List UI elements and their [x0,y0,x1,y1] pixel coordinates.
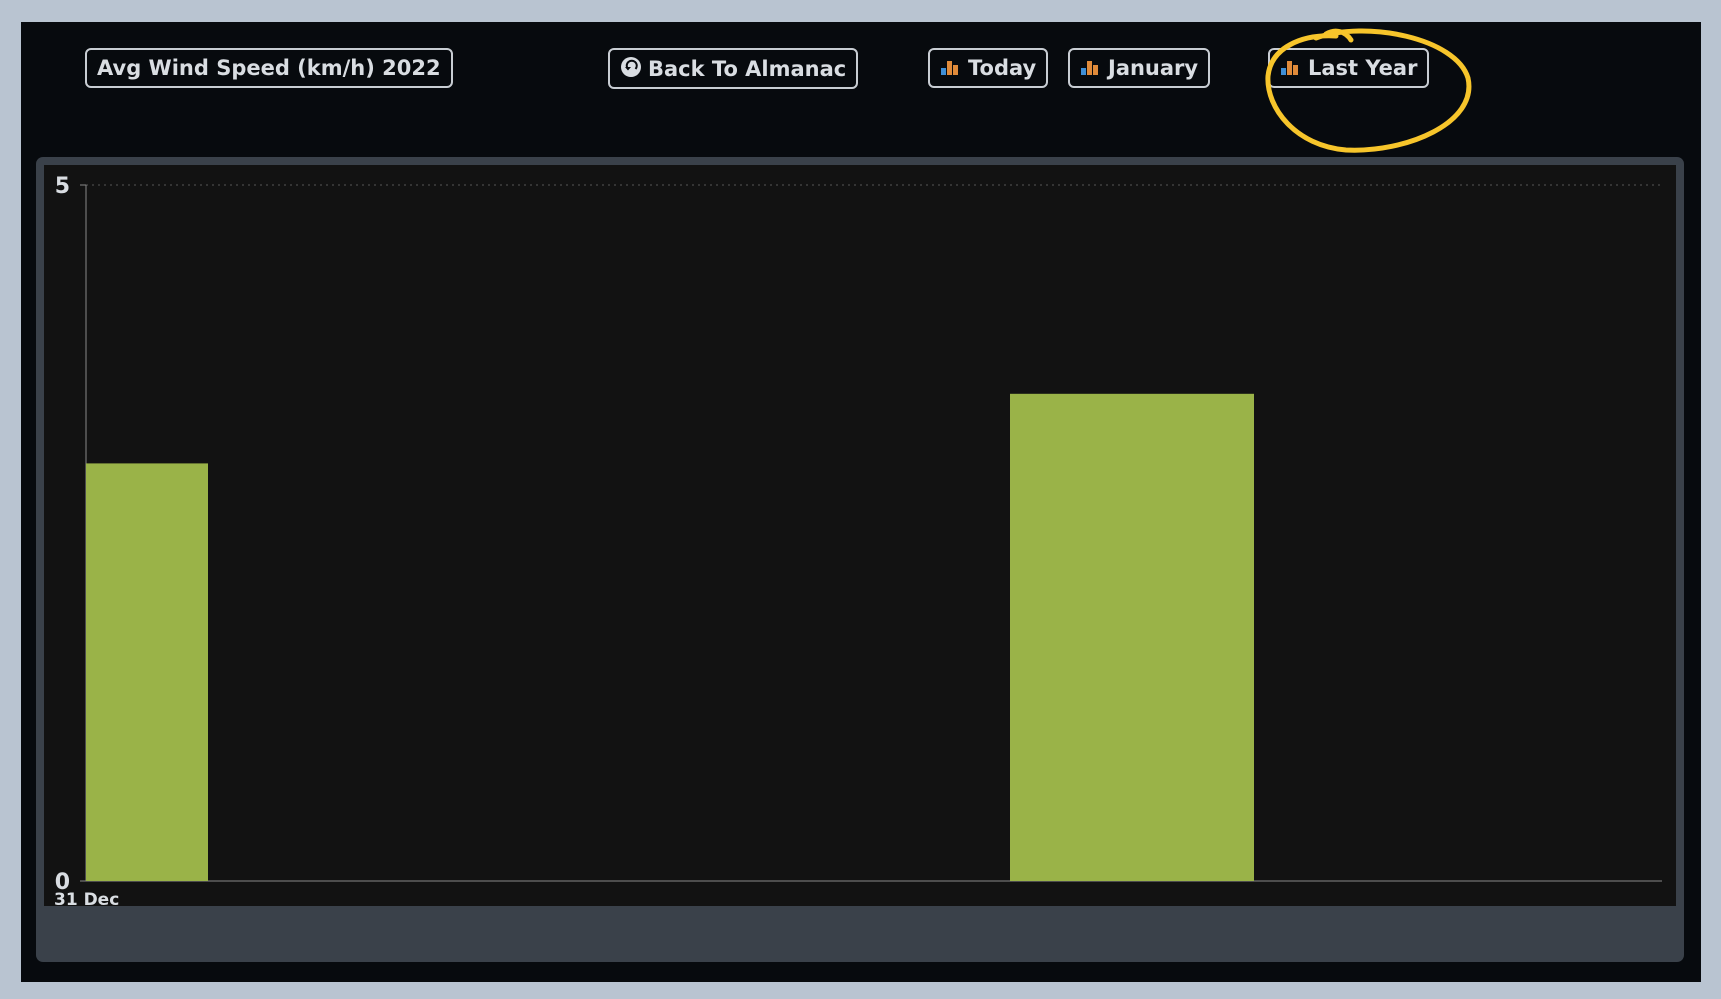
chart-panel: 5 0 31 Dec [36,157,1684,962]
wind-speed-bar-chart: 5031 Dec [54,174,1662,906]
back-to-almanac-button[interactable]: Back To Almanac [608,48,859,89]
january-button[interactable]: January [1068,48,1211,88]
chart-title-label: Avg Wind Speed (km/h) 2022 [97,56,441,80]
january-label: January [1108,56,1199,80]
y-tick-label: 5 [55,174,70,199]
x-tick-label: 31 Dec [54,890,119,906]
last-year-button[interactable]: Last Year [1268,48,1430,88]
today-label: Today [968,56,1037,80]
bar-chart-icon [940,59,960,77]
chart-plot-area: 5 0 31 Dec [44,165,1676,906]
bar-3 [1010,393,1254,881]
bar-chart-icon [1280,59,1300,77]
bar-1 [86,463,208,881]
back-to-almanac-label: Back To Almanac [648,56,847,81]
last-year-label: Last Year [1308,56,1418,80]
bar-chart-icon [1080,59,1100,77]
back-arrow-circle-icon [621,56,641,77]
chart-title-button[interactable]: Avg Wind Speed (km/h) 2022 [85,48,453,88]
today-button[interactable]: Today [928,48,1049,88]
almanac-chart-window: Avg Wind Speed (km/h) 2022 Back To Alman… [21,22,1701,982]
